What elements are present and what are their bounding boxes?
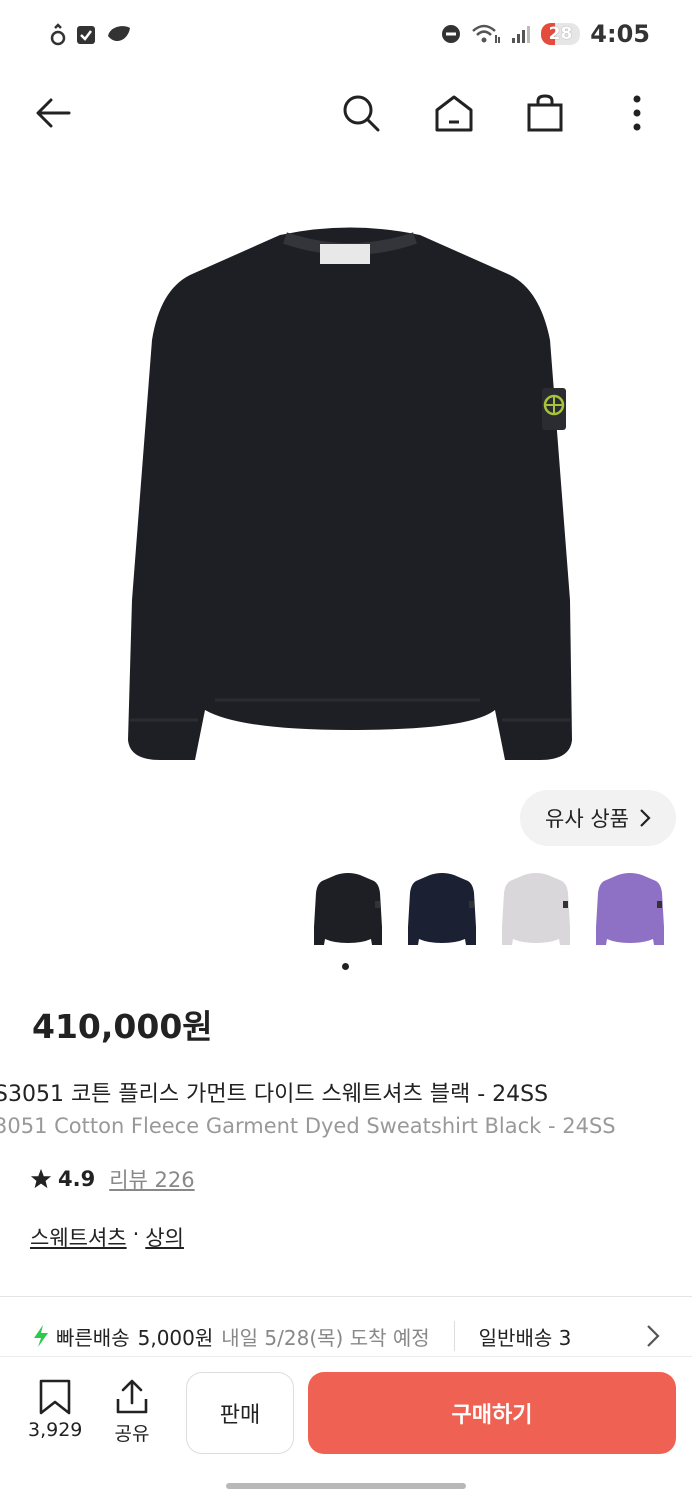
product-price: 410,000원 xyxy=(32,1007,213,1046)
share-icon xyxy=(116,1379,148,1414)
thumbnail-strip xyxy=(300,866,692,958)
share-label: 공유 xyxy=(114,1423,150,1445)
back-arrow-icon[interactable] xyxy=(30,90,76,136)
reviews-link[interactable]: 리뷰 226 xyxy=(109,1164,194,1194)
fast-shipping-label: 빠른배송 xyxy=(56,1325,130,1350)
product-image[interactable] xyxy=(100,200,600,800)
shipping-chevron-right-icon[interactable] xyxy=(646,1324,660,1348)
notification-icons xyxy=(50,22,132,48)
signal-icon xyxy=(511,26,530,43)
checkbox-icon xyxy=(77,26,95,44)
product-title-korean: S3051 코튼 플리스 가먼트 다이드 스웨트셔츠 블랙 - 24SS xyxy=(0,1082,549,1107)
fast-shipping-date: 내일 5/28(목) 도착 예정 xyxy=(221,1325,430,1350)
fast-shipping-fee: 5,000원 xyxy=(137,1325,214,1350)
section-divider xyxy=(0,1296,692,1297)
chevron-right-icon xyxy=(640,809,651,827)
lightning-icon xyxy=(34,1325,48,1347)
rating-row: 4.9 리뷰 226 xyxy=(30,1164,195,1194)
dnd-icon xyxy=(441,25,460,43)
shipping-separator xyxy=(453,1321,455,1351)
notification-icon xyxy=(50,23,66,46)
leaf-icon xyxy=(108,26,130,42)
wishlist-button[interactable]: 3,929 xyxy=(28,1379,82,1441)
product-thumbnail[interactable] xyxy=(496,866,576,956)
battery-indicator: 28 xyxy=(540,23,581,45)
product-thumbnail[interactable] xyxy=(402,866,482,956)
system-icons: 28 4:05 xyxy=(441,20,650,48)
clock: 4:05 xyxy=(590,20,650,48)
sell-button[interactable]: 판매 xyxy=(186,1372,294,1454)
more-vertical-icon[interactable] xyxy=(614,90,660,136)
category-breadcrumb: 스웨트셔츠 · 상의 xyxy=(30,1222,184,1252)
rating-score: 4.9 xyxy=(58,1167,96,1191)
share-button[interactable]: 공유 xyxy=(114,1379,150,1446)
wishlist-count: 3,929 xyxy=(28,1419,83,1441)
search-icon[interactable] xyxy=(338,90,384,136)
app-bar xyxy=(0,80,692,146)
buy-button[interactable]: 구매하기 xyxy=(308,1372,676,1454)
product-title-english: 3051 Cotton Fleece Garment Dyed Sweatshi… xyxy=(0,1114,616,1138)
star-icon xyxy=(30,1168,52,1189)
shipping-options[interactable]: 빠른배송 5,000원 내일 5/28(목) 도착 예정 일반배송 3 xyxy=(32,1318,692,1354)
category-link-tops[interactable]: 상의 xyxy=(145,1222,184,1252)
similar-products-label: 유사 상품 xyxy=(545,807,629,831)
home-icon[interactable] xyxy=(431,90,477,136)
product-thumbnail[interactable] xyxy=(590,866,670,956)
category-link-sweatshirt[interactable]: 스웨트셔츠 xyxy=(30,1222,127,1252)
category-separator: · xyxy=(132,1222,140,1246)
bottom-action-bar: 3,929 공유 판매 구매하기 xyxy=(0,1356,692,1476)
bookmark-icon xyxy=(39,1379,71,1415)
logo-patch xyxy=(542,388,566,430)
gallery-pager-dot xyxy=(342,963,349,970)
similar-products-button[interactable]: 유사 상품 xyxy=(520,790,676,846)
home-indicator[interactable] xyxy=(226,1483,466,1489)
battery-level: 28 xyxy=(548,24,573,44)
wifi-icon xyxy=(471,24,500,43)
normal-shipping-label: 일반배송 3 xyxy=(478,1325,572,1350)
status-bar: 28 4:05 xyxy=(0,0,692,72)
product-thumbnail[interactable] xyxy=(308,866,388,956)
shopping-bag-icon[interactable] xyxy=(522,90,568,136)
